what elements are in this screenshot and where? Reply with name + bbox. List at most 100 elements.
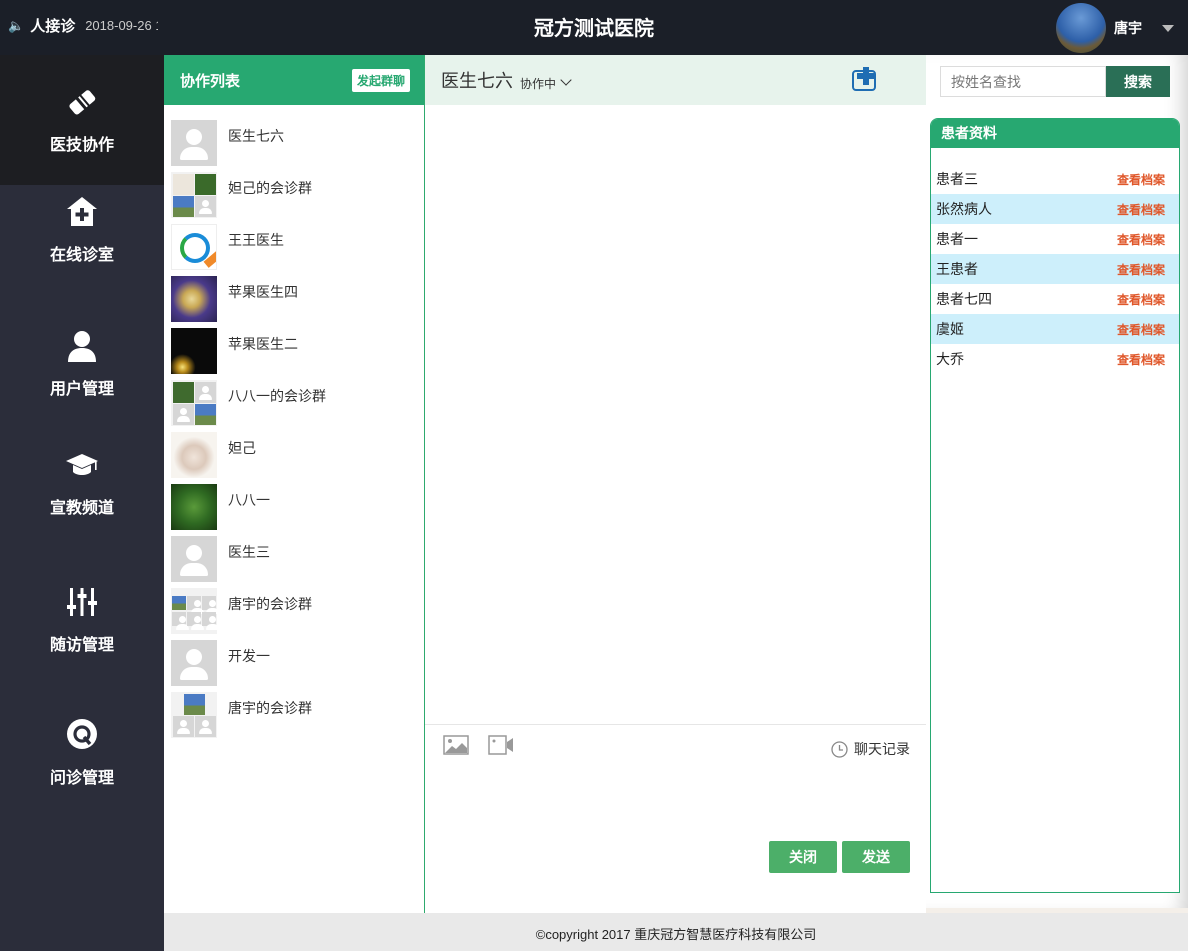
patient-row: 患者一 查看档案 [931, 224, 1179, 254]
view-record-link[interactable]: 查看档案 [1117, 201, 1165, 218]
sidebar-item-online-clinic[interactable]: 在线诊室 [0, 165, 164, 295]
view-record-link[interactable]: 查看档案 [1117, 171, 1165, 188]
graduation-cap-icon [66, 454, 98, 475]
chat-header: 医生七六 协作中 [425, 55, 926, 105]
patient-name: 大乔 [936, 351, 964, 367]
chevron-down-icon [560, 74, 572, 86]
sidebar-item-label: 宣教频道 [49, 500, 114, 517]
collaboration-list-header: 协作列表 发起群聊 [164, 55, 424, 105]
view-record-link[interactable]: 查看档案 [1117, 261, 1165, 278]
patient-name: 虞姬 [936, 321, 964, 337]
sidebar-item-label: 在线诊室 [49, 247, 114, 264]
add-member-icon[interactable] [852, 67, 878, 91]
clinic-icon [67, 197, 97, 226]
contact-item[interactable]: 唐宇的会诊群 [171, 588, 421, 634]
contact-name: 妲己的会诊群 [228, 180, 312, 196]
user-menu[interactable]: 唐宇 [1056, 3, 1174, 53]
avatar [171, 120, 217, 166]
sidebar-item-label: 问诊管理 [49, 770, 114, 787]
video-icon[interactable] [488, 735, 514, 755]
hospital-title: 冠方测试医院 [534, 18, 654, 40]
chat-history-button[interactable]: 聊天记录 [831, 739, 910, 759]
chat-history-label: 聊天记录 [854, 741, 910, 757]
contact-item[interactable]: 开发一 [171, 640, 421, 686]
user-icon [68, 331, 96, 362]
view-record-link[interactable]: 查看档案 [1117, 291, 1165, 308]
chat-toolbar: 聊天记录 [425, 726, 926, 766]
sidebar-item-label: 用户管理 [49, 381, 114, 398]
contact-name: 妲己 [228, 440, 256, 456]
handshake-icon [69, 90, 96, 115]
message-area[interactable] [425, 105, 926, 725]
patient-row: 虞姬 查看档案 [931, 314, 1179, 344]
contact-name: 医生七六 [228, 128, 284, 144]
collaboration-status-dropdown[interactable]: 协作中 [520, 74, 572, 92]
contact-item[interactable]: 妲己 [171, 432, 421, 478]
patient-records-box: 患者资料 患者三 查看档案 张然病人 查看档案 患者一 查看档案 王患者 查看档… [930, 118, 1180, 893]
avatar [171, 380, 217, 426]
patient-row: 张然病人 查看档案 [931, 194, 1179, 224]
patient-name: 患者三 [936, 171, 978, 187]
avatar [171, 536, 217, 582]
patient-row: 患者三 查看档案 [931, 164, 1179, 194]
patient-name: 患者一 [936, 231, 978, 247]
sidebar-item-label: 随访管理 [49, 637, 114, 654]
contact-item[interactable]: 苹果医生四 [171, 276, 421, 322]
sidebar-item-consultation[interactable]: 问诊管理 [0, 688, 164, 818]
collaboration-list: 协作列表 发起群聊 医生七六 妲己的会诊群 王王医生 苹果医生四 苹果医生二 八… [164, 55, 425, 913]
q-chat-icon [67, 719, 97, 749]
avatar [171, 328, 217, 374]
chevron-down-icon[interactable] [1162, 24, 1174, 32]
chat-actions: 关闭 发送 [769, 841, 910, 873]
contact-item[interactable]: 苹果医生二 [171, 328, 421, 374]
view-record-link[interactable]: 查看档案 [1117, 351, 1165, 368]
start-group-chat-button[interactable]: 发起群聊 [351, 68, 410, 92]
send-button[interactable]: 发送 [842, 841, 910, 873]
view-record-link[interactable]: 查看档案 [1117, 321, 1165, 338]
patient-name: 王患者 [936, 261, 978, 277]
patient-panel: 搜索 患者资料 患者三 查看档案 张然病人 查看档案 患者一 查看档案 王患者 … [926, 55, 1188, 908]
contact-name: 唐宇的会诊群 [228, 700, 312, 716]
contact-item[interactable]: 唐宇的会诊群 [171, 692, 421, 738]
avatar [171, 172, 217, 218]
patient-row: 大乔 查看档案 [931, 344, 1179, 374]
patient-records-title: 患者资料 [931, 119, 1179, 148]
contact-item[interactable]: 八八一的会诊群 [171, 380, 421, 426]
contact-name: 唐宇的会诊群 [228, 596, 312, 612]
sidebar-item-label: 医技协作 [49, 137, 114, 154]
avatar [171, 640, 217, 686]
search-button[interactable]: 搜索 [1106, 66, 1170, 97]
avatar [171, 588, 217, 634]
chat-panel: 医生七六 协作中 聊天记录 关闭 发送 [425, 55, 926, 913]
contact-name: 八八一的会诊群 [228, 388, 326, 404]
user-avatar[interactable] [1056, 3, 1106, 53]
view-record-link[interactable]: 查看档案 [1117, 231, 1165, 248]
contact-item[interactable]: 八八一 [171, 484, 421, 530]
footer-copyright: ©copyright 2017 重庆冠方智慧医疗科技有限公司 [164, 913, 1188, 951]
collaboration-status: 协作中 [520, 76, 557, 91]
contact-name: 开发一 [228, 648, 270, 664]
avatar [171, 692, 217, 738]
contact-name: 医生三 [228, 544, 270, 560]
user-name[interactable]: 唐宇 [1114, 18, 1142, 38]
chat-contact-name: 医生七六 [441, 71, 513, 91]
image-icon[interactable] [443, 735, 469, 755]
patient-search-input[interactable] [940, 66, 1106, 97]
patient-row: 王患者 查看档案 [931, 254, 1179, 284]
contact-item[interactable]: 王王医生 [171, 224, 421, 270]
sidebar-item-followup[interactable]: 随访管理 [0, 555, 164, 685]
contact-name: 王王医生 [228, 232, 284, 248]
avatar [171, 224, 217, 270]
contact-item[interactable]: 医生三 [171, 536, 421, 582]
contact-item[interactable]: 医生七六 [171, 120, 421, 166]
avatar [171, 276, 217, 322]
avatar [171, 484, 217, 530]
sidebar-item-user-management[interactable]: 用户管理 [0, 299, 164, 429]
sliders-icon [67, 588, 97, 616]
avatar [171, 432, 217, 478]
contact-item[interactable]: 妲己的会诊群 [171, 172, 421, 218]
clock-icon [831, 740, 848, 758]
sidebar-item-education[interactable]: 宣教频道 [0, 418, 164, 548]
patient-name: 张然病人 [936, 201, 992, 217]
close-button[interactable]: 关闭 [769, 841, 837, 873]
